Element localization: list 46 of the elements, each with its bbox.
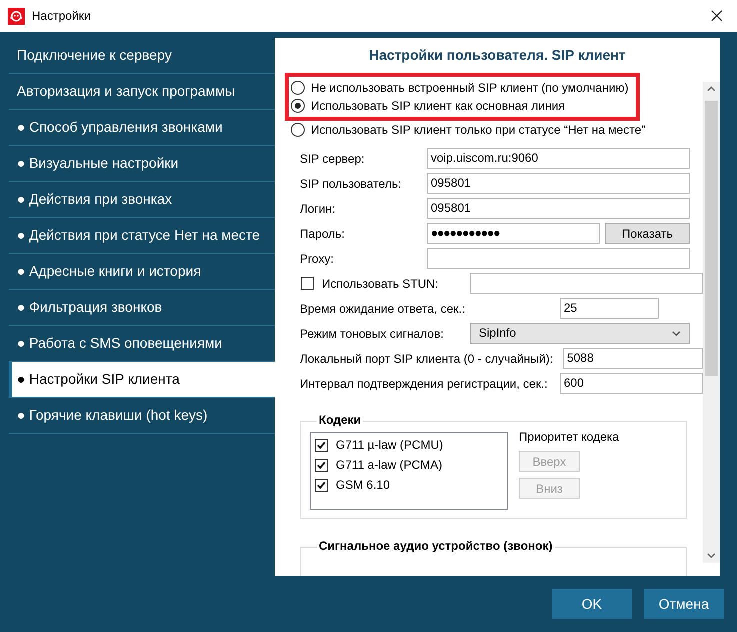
input-field[interactable] [470, 273, 703, 294]
field-label: Логин: [300, 202, 337, 216]
dialog-button[interactable]: Отмена [644, 589, 724, 619]
codec-list[interactable]: G711 µ-law (PCMU) G711 a-law (PCMA) GSM 6.10 [310, 432, 508, 510]
codec-label: G711 a-law (PCMA) [336, 458, 442, 472]
password-field[interactable]: ●●●●●●●●●●● [427, 223, 600, 244]
app-icon [8, 8, 25, 24]
radio-option[interactable]: Использовать SIP клиент только при статусе “Нет на месте” [291, 121, 703, 139]
checkbox[interactable] [315, 438, 328, 452]
input-field[interactable]: voip.uiscom.ru:9060 [427, 148, 690, 169]
codec-label: G711 µ-law (PCMU) [336, 438, 444, 452]
field-label: Время ожидание ответа, сек.: [300, 302, 466, 316]
field-label: Proxy: [300, 252, 336, 266]
input-field[interactable]: 095801 [427, 173, 690, 194]
radio-option[interactable]: Использовать SIP клиент как основная линия [291, 97, 636, 115]
sidebar-item[interactable]: ● Настройки SIP клиента [9, 362, 275, 398]
scroll-up-icon[interactable] [707, 86, 716, 92]
panel-heading: Настройки пользователя. SIP клиент [368, 46, 627, 63]
dialog-button[interactable]: OK [552, 589, 632, 619]
input-field[interactable]: 600 [560, 373, 703, 394]
priority-label: Приоритет кодека [519, 430, 620, 444]
input-field[interactable] [427, 248, 690, 269]
dropdown[interactable]: SipInfo [470, 323, 690, 344]
scroll-down-icon[interactable] [707, 553, 716, 559]
input-field[interactable]: 25 [560, 298, 659, 319]
scrollbar[interactable] [703, 82, 720, 563]
group-title: Кодеки [317, 413, 364, 427]
field-label: Интервал подтверждения регистрации, сек.: [300, 376, 549, 390]
field-label: Пароль: [300, 226, 346, 240]
show-button[interactable]: Показать [605, 223, 690, 244]
window-title: Настройки [32, 9, 92, 23]
checkbox[interactable] [315, 458, 328, 472]
close-icon[interactable] [711, 10, 723, 22]
caret-icon [672, 330, 681, 336]
input-field[interactable]: 5088 [563, 348, 703, 369]
field-label: SIP сервер: [300, 152, 366, 166]
field-label: Режим тоновых сигналов: [300, 326, 445, 340]
field-label: Локальный порт SIP клиента (0 - случайный): [300, 352, 554, 366]
input-field[interactable]: 095801 [427, 198, 690, 219]
field-label: Использовать STUN: [322, 276, 439, 290]
checkbox[interactable] [301, 277, 314, 290]
checkbox[interactable] [315, 478, 328, 492]
codec-label: GSM 6.10 [336, 478, 390, 492]
field-label: SIP пользователь: [300, 176, 403, 190]
group-title: Сигнальное аудио устройство (звонок) [317, 539, 555, 553]
radio-option[interactable]: Не использовать встроенный SIP клиент (по умолчанию) [291, 79, 636, 97]
